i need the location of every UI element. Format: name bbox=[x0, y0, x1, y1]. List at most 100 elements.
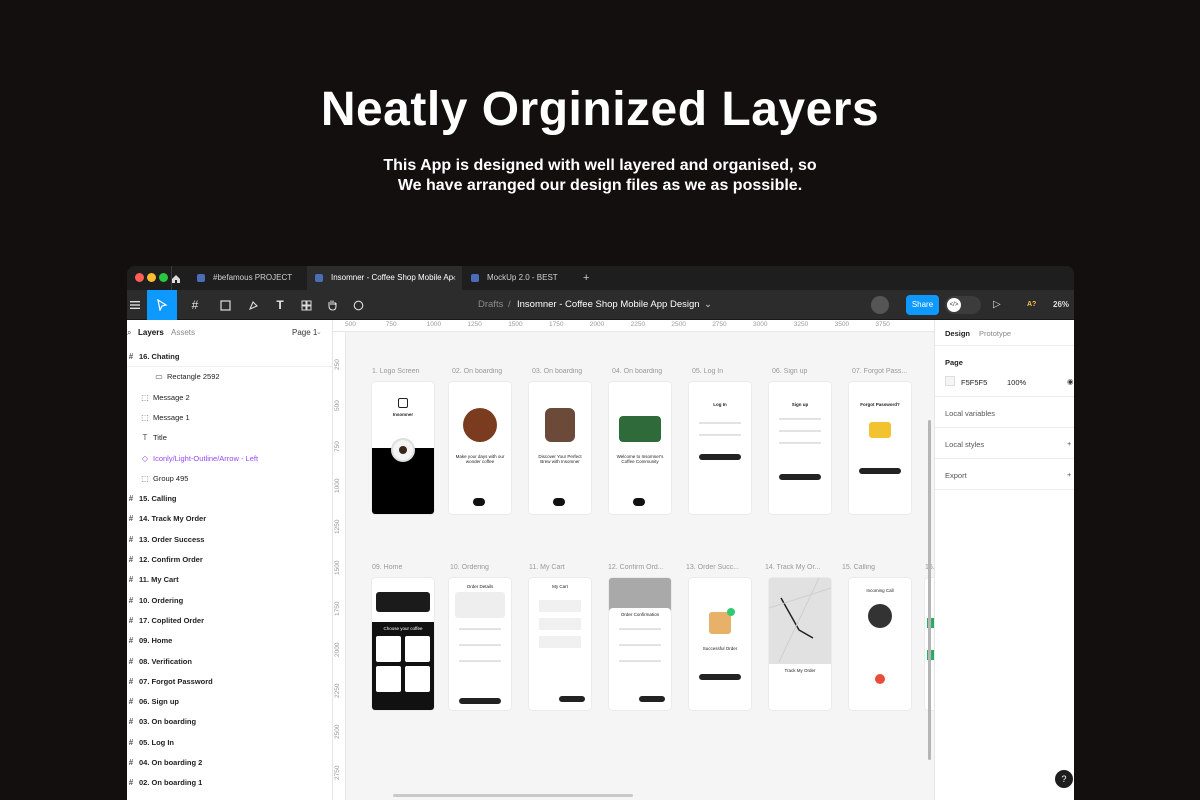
share-button[interactable]: Share bbox=[906, 295, 939, 315]
new-tab-button[interactable]: + bbox=[583, 266, 589, 290]
page-opacity-value[interactable]: 100% bbox=[1007, 378, 1026, 387]
logo-screen-frame[interactable]: Insomner bbox=[372, 382, 434, 514]
onboarding-1-frame[interactable]: Make your days with our wonder coffee bbox=[449, 382, 511, 514]
add-style-icon[interactable]: + bbox=[1067, 439, 1071, 448]
tab-befamous[interactable]: #befamous PROJECT bbox=[189, 266, 307, 290]
layer-row[interactable]: #04. On boarding 2 bbox=[127, 753, 333, 773]
tab-layers[interactable]: Layers bbox=[138, 320, 164, 345]
layer-row[interactable]: #13. Order Success bbox=[127, 530, 333, 550]
ai-badge[interactable]: A? bbox=[1027, 290, 1036, 320]
chevron-down-icon[interactable]: ⌄ bbox=[316, 320, 322, 345]
horizontal-scrollbar[interactable] bbox=[393, 794, 633, 797]
my-cart-frame[interactable]: My Cart bbox=[529, 578, 591, 710]
vertical-scrollbar[interactable] bbox=[928, 420, 931, 760]
onboarding-2-frame[interactable]: Discover Your Perfect Brew with Insomner bbox=[529, 382, 591, 514]
present-icon[interactable]: ▷ bbox=[993, 290, 1001, 320]
login-frame[interactable]: Log In bbox=[689, 382, 751, 514]
canvas[interactable]: 500 750 1000 1250 1500 1750 2000 2250 2500 2750 30… bbox=[333, 320, 934, 800]
frame-label[interactable]: 06. Sign up bbox=[772, 368, 834, 375]
breadcrumb-drafts[interactable]: Drafts bbox=[478, 290, 503, 320]
move-tool-icon[interactable] bbox=[147, 290, 177, 320]
text-tool-icon[interactable]: T bbox=[267, 290, 293, 320]
local-variables-label[interactable]: Local variables bbox=[945, 409, 995, 418]
page-color-value[interactable]: F5F5F5 bbox=[961, 378, 987, 387]
main-menu-icon[interactable] bbox=[127, 290, 143, 320]
tab-prototype[interactable]: Prototype bbox=[979, 329, 1011, 338]
ordering-frame[interactable]: Order Details bbox=[449, 578, 511, 710]
close-window-icon[interactable] bbox=[135, 273, 144, 282]
avatar[interactable] bbox=[871, 296, 889, 314]
layer-row[interactable]: #12. Confirm Order bbox=[127, 550, 333, 570]
add-export-icon[interactable]: + bbox=[1067, 470, 1071, 479]
page-selector[interactable]: Page 1 bbox=[292, 320, 317, 345]
layer-row[interactable]: #06. Sign up bbox=[127, 692, 333, 712]
layer-row[interactable]: #08. Verification bbox=[127, 652, 333, 672]
frame-label[interactable]: 15. Calling bbox=[842, 564, 904, 571]
track-order-frame[interactable]: Track My Order bbox=[769, 578, 831, 710]
layer-row[interactable]: #17. Coplited Order bbox=[127, 611, 333, 631]
frame-label[interactable]: 03. On boarding bbox=[532, 368, 594, 375]
frame-label[interactable]: 13. Order Succ... bbox=[686, 564, 748, 571]
frame-label[interactable]: 09. Home bbox=[372, 564, 434, 571]
layer-row[interactable]: #16. Chating bbox=[127, 347, 333, 367]
eye-icon[interactable]: ◉ bbox=[1067, 377, 1074, 386]
home-frame[interactable]: Choose your coffee bbox=[372, 578, 434, 710]
order-success-frame[interactable]: Successful Order bbox=[689, 578, 751, 710]
frame-label[interactable]: 02. On boarding bbox=[452, 368, 514, 375]
layer-row[interactable]: #15. Calling bbox=[127, 489, 333, 509]
resources-tool-icon[interactable] bbox=[293, 290, 319, 320]
layer-row[interactable]: #07. Forgot Password bbox=[127, 672, 333, 692]
input-line bbox=[779, 430, 821, 432]
tab-mockup[interactable]: MockUp 2.0 - BEST bbox=[463, 266, 573, 290]
layer-row[interactable]: #14. Track My Order bbox=[127, 509, 333, 529]
frame-label[interactable]: 12. Confirm Ord... bbox=[608, 564, 670, 571]
forgot-password-frame[interactable]: Forgot Password? bbox=[849, 382, 911, 514]
comment-tool-icon[interactable] bbox=[345, 290, 371, 320]
layer-row[interactable]: #03. On boarding bbox=[127, 712, 333, 732]
frame-label[interactable]: 05. Log In bbox=[692, 368, 754, 375]
calling-frame[interactable]: Incoming Call bbox=[849, 578, 911, 710]
layer-row[interactable]: ▭ Rectangle 2592 bbox=[127, 367, 333, 387]
minimize-window-icon[interactable] bbox=[147, 273, 156, 282]
local-styles-label[interactable]: Local styles bbox=[945, 440, 984, 449]
export-label[interactable]: Export bbox=[945, 471, 967, 480]
dev-mode-toggle[interactable]: </> bbox=[945, 296, 981, 314]
home-icon[interactable] bbox=[170, 272, 182, 284]
help-button[interactable]: ? bbox=[1055, 770, 1073, 788]
page-color-swatch[interactable] bbox=[945, 376, 955, 386]
frame-label[interactable]: 10. Ordering bbox=[450, 564, 512, 571]
layer-row[interactable]: #09. Home bbox=[127, 631, 333, 651]
maximize-window-icon[interactable] bbox=[159, 273, 168, 282]
frame-label[interactable]: 07. Forgot Pass... bbox=[852, 368, 914, 375]
layer-row[interactable]: ⬚ Message 2 bbox=[127, 388, 333, 408]
layer-row[interactable]: #11. My Cart bbox=[127, 570, 333, 590]
signup-frame[interactable]: Sign up bbox=[769, 382, 831, 514]
layer-row[interactable]: #02. On boarding 1 bbox=[127, 773, 333, 793]
zoom-level[interactable]: 26% bbox=[1053, 290, 1069, 320]
shape-tool-icon[interactable] bbox=[212, 290, 238, 320]
frame-tool-icon[interactable]: # bbox=[182, 290, 208, 320]
layer-row[interactable]: #10. Ordering bbox=[127, 591, 333, 611]
search-icon[interactable]: ⌕ bbox=[127, 320, 131, 345]
file-title[interactable]: Insomner - Coffee Shop Mobile App Design bbox=[517, 290, 700, 320]
chevron-down-icon[interactable]: ⌄ bbox=[704, 290, 712, 320]
forgot-title: Forgot Password? bbox=[860, 402, 900, 407]
tab-design[interactable]: Design bbox=[945, 329, 970, 338]
frame-label[interactable]: 14. Track My Or... bbox=[765, 564, 827, 571]
frame-label[interactable]: 04. On boarding bbox=[612, 368, 674, 375]
layer-row[interactable]: ◇ Iconly/Light-Outline/Arrow - Left bbox=[127, 449, 333, 469]
frame-label[interactable]: 1. Logo Screen bbox=[372, 368, 434, 375]
layer-row[interactable]: #05. Log In bbox=[127, 733, 333, 753]
layer-row[interactable]: T Title bbox=[127, 428, 333, 448]
layer-row[interactable]: ⬚ Group 495 bbox=[127, 469, 333, 489]
tab-insomner[interactable]: Insomner - Coffee Shop Mobile Ap × bbox=[307, 266, 462, 290]
layer-row[interactable]: ⬚ Message 1 bbox=[127, 408, 333, 428]
frame-label[interactable]: 11. My Cart bbox=[529, 564, 591, 571]
onboarding-3-frame[interactable]: Welcome to Insomner's Coffee Community bbox=[609, 382, 671, 514]
close-tab-icon[interactable]: × bbox=[451, 266, 456, 290]
ruler-top: 500 750 1000 1250 1500 1750 2000 2250 2500 2750 30… bbox=[333, 320, 934, 332]
confirm-order-frame[interactable]: Order Confirmation bbox=[609, 578, 671, 710]
pen-tool-icon[interactable] bbox=[240, 290, 266, 320]
hand-tool-icon[interactable] bbox=[319, 290, 345, 320]
tab-assets[interactable]: Assets bbox=[171, 320, 195, 345]
